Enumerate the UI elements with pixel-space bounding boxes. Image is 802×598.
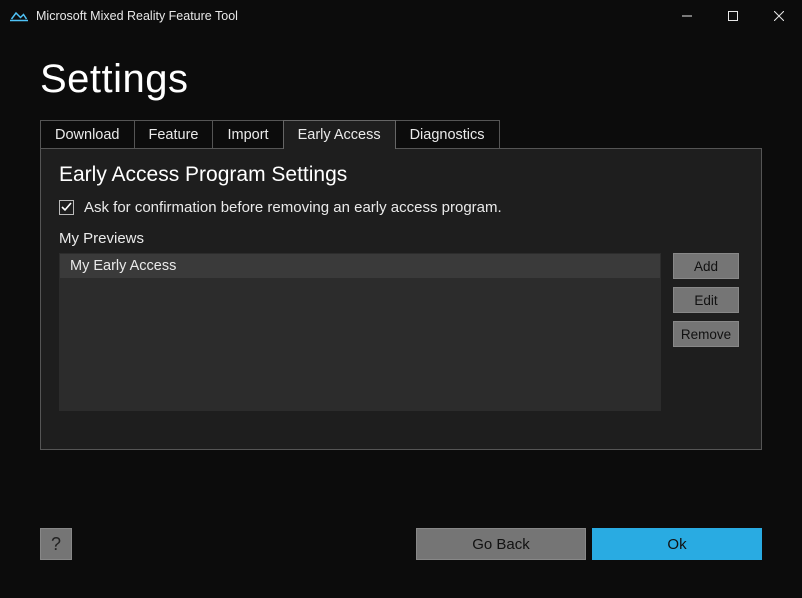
tab-early-access[interactable]: Early Access [283, 120, 396, 149]
titlebar: Microsoft Mixed Reality Feature Tool [0, 0, 802, 32]
tab-feature[interactable]: Feature [134, 120, 214, 149]
footer: ? Go Back Ok [0, 528, 802, 560]
confirm-remove-label: Ask for confirmation before removing an … [84, 199, 502, 216]
list-item[interactable]: My Early Access [60, 254, 660, 278]
preview-buttons: Add Edit Remove [673, 253, 739, 411]
panel-title: Early Access Program Settings [59, 163, 743, 187]
early-access-panel: Early Access Program Settings Ask for co… [40, 148, 762, 450]
tabstrip: Download Feature Import Early Access Dia… [40, 120, 802, 149]
previews-listbox[interactable]: My Early Access [59, 253, 661, 411]
tab-diagnostics[interactable]: Diagnostics [395, 120, 500, 149]
app-title: Microsoft Mixed Reality Feature Tool [36, 9, 238, 23]
settings-window: Microsoft Mixed Reality Feature Tool Set… [0, 0, 802, 598]
previews-area: My Early Access Add Edit Remove [59, 253, 743, 411]
help-button[interactable]: ? [40, 528, 72, 560]
remove-button[interactable]: Remove [673, 321, 739, 347]
window-controls [664, 0, 802, 32]
ok-button[interactable]: Ok [592, 528, 762, 560]
previews-label: My Previews [59, 230, 743, 247]
confirm-remove-checkbox[interactable] [59, 200, 74, 215]
page-title: Settings [40, 57, 802, 102]
tab-download[interactable]: Download [40, 120, 135, 149]
edit-button[interactable]: Edit [673, 287, 739, 313]
app-icon [10, 9, 28, 23]
close-button[interactable] [756, 0, 802, 32]
confirm-remove-row: Ask for confirmation before removing an … [59, 199, 743, 216]
add-button[interactable]: Add [673, 253, 739, 279]
maximize-button[interactable] [710, 0, 756, 32]
minimize-button[interactable] [664, 0, 710, 32]
tab-import[interactable]: Import [212, 120, 283, 149]
go-back-button[interactable]: Go Back [416, 528, 586, 560]
check-icon [61, 202, 72, 213]
